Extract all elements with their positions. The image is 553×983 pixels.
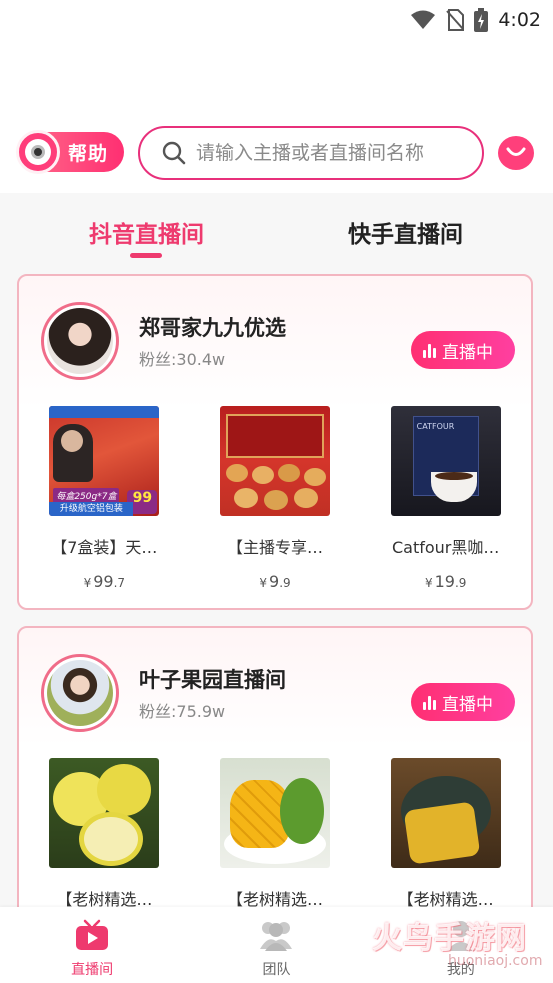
product-item[interactable]: 【老树精选… bbox=[360, 758, 531, 908]
product-list: 每盒250g*7盒 99 升级航空铝包装 【7盒装】天… ¥99.7 【主播专享… bbox=[19, 406, 531, 591]
tab-kuaishou-live[interactable]: 快手直播间 bbox=[348, 215, 463, 249]
product-image bbox=[220, 758, 330, 868]
product-image bbox=[220, 406, 330, 516]
nav-label: 团队 bbox=[262, 962, 291, 978]
product-image: 每盒250g*7盒 99 升级航空铝包装 bbox=[49, 406, 160, 516]
live-bars-icon bbox=[423, 342, 436, 358]
battery-charging-icon bbox=[474, 8, 489, 32]
tab-douyin-live[interactable]: 抖音直播间 bbox=[89, 215, 204, 249]
live-status-button[interactable]: 直播中 bbox=[411, 683, 515, 721]
product-image bbox=[390, 758, 501, 868]
avatar[interactable] bbox=[41, 302, 119, 380]
product-item[interactable]: 【主播专享… ¥9.9 bbox=[190, 406, 361, 591]
fans-count: 粉丝:30.4w bbox=[139, 350, 226, 369]
product-item[interactable]: CATFOUR Catfour黑咖… ¥19.9 bbox=[360, 406, 531, 591]
camera-icon bbox=[16, 130, 60, 174]
product-image-tag: 每盒250g*7盒 bbox=[53, 488, 120, 503]
currency-symbol: ¥ bbox=[259, 576, 267, 590]
price-integer: 19 bbox=[434, 572, 455, 591]
currency-symbol: ¥ bbox=[83, 576, 92, 590]
product-price: ¥9.9 bbox=[190, 572, 361, 591]
wifi-icon bbox=[411, 10, 436, 29]
host-name[interactable]: 郑哥家九九优选 bbox=[139, 312, 286, 342]
product-image bbox=[49, 758, 160, 868]
help-label: 帮助 bbox=[68, 142, 109, 165]
product-item[interactable]: 每盒250g*7盒 99 升级航空铝包装 【7盒装】天… ¥99.7 bbox=[19, 406, 190, 591]
product-price: ¥99.7 bbox=[19, 572, 190, 591]
live-room-card[interactable]: 叶子果园直播间 粉丝:75.9w 直播中 【老树精选… 【老树精选… 【老树精选… bbox=[17, 626, 533, 908]
tab-bar: 抖音直播间 快手直播间 bbox=[0, 193, 553, 271]
nav-team[interactable]: 团队 bbox=[184, 907, 368, 983]
product-item[interactable]: 【老树精选… bbox=[190, 758, 361, 908]
host-photo bbox=[47, 660, 113, 726]
live-label: 直播中 bbox=[442, 342, 493, 363]
watermark-url: huoniaoj.com bbox=[448, 953, 543, 969]
live-label: 直播中 bbox=[442, 694, 493, 715]
price-integer: 9 bbox=[269, 572, 280, 591]
price-decimal: .9 bbox=[454, 576, 467, 590]
team-icon bbox=[260, 922, 293, 951]
price-decimal: .7 bbox=[113, 576, 126, 590]
live-bars-icon bbox=[423, 694, 436, 710]
nav-label: 直播间 bbox=[71, 962, 114, 978]
active-tab-indicator bbox=[130, 253, 162, 258]
product-name: 【老树精选… bbox=[56, 890, 153, 908]
chat-icon bbox=[506, 147, 526, 156]
currency-symbol: ¥ bbox=[424, 576, 433, 590]
nav-live[interactable]: 直播间 bbox=[0, 907, 184, 983]
header-row: 帮助 bbox=[0, 126, 553, 180]
host-name[interactable]: 叶子果园直播间 bbox=[139, 664, 286, 694]
no-sim-icon bbox=[446, 9, 465, 31]
product-name: 【老树精选… bbox=[227, 890, 324, 908]
watermark: 火鸟手游网 bbox=[372, 921, 527, 956]
search-input[interactable] bbox=[196, 142, 466, 164]
live-status-button[interactable]: 直播中 bbox=[411, 331, 515, 369]
clock: 4:02 bbox=[498, 9, 541, 31]
product-list: 【老树精选… 【老树精选… 【老树精选… bbox=[19, 758, 531, 908]
product-name: 【主播专享… bbox=[227, 538, 324, 557]
product-name: 【7盒装】天… bbox=[51, 538, 158, 557]
product-name: 【老树精选… bbox=[397, 890, 494, 908]
chat-button[interactable] bbox=[498, 136, 534, 170]
price-integer: 99 bbox=[93, 572, 114, 591]
product-price: ¥19.9 bbox=[360, 572, 531, 591]
product-image: CATFOUR bbox=[390, 406, 501, 516]
search-bar[interactable] bbox=[138, 126, 484, 180]
fans-count: 粉丝:75.9w bbox=[139, 702, 226, 721]
product-image-sub: 升级航空铝包装 bbox=[49, 502, 134, 516]
product-item[interactable]: 【老树精选… bbox=[19, 758, 190, 908]
host-photo bbox=[47, 308, 113, 374]
product-name: Catfour黑咖… bbox=[391, 538, 500, 557]
price-decimal: .9 bbox=[279, 576, 291, 590]
status-bar: 4:02 bbox=[0, 0, 553, 40]
tv-play-icon bbox=[76, 919, 109, 950]
content-area: 抖音直播间 快手直播间 郑哥家九九优选 粉丝:30.4w 直播中 每盒250g*… bbox=[0, 193, 553, 908]
status-icons: 4:02 bbox=[410, 8, 541, 32]
avatar[interactable] bbox=[41, 654, 119, 732]
product-image-brand: CATFOUR bbox=[416, 422, 455, 431]
search-icon bbox=[162, 141, 186, 165]
live-room-card[interactable]: 郑哥家九九优选 粉丝:30.4w 直播中 每盒250g*7盒 99 升级航空铝包… bbox=[17, 274, 533, 610]
help-button[interactable]: 帮助 bbox=[16, 130, 124, 174]
